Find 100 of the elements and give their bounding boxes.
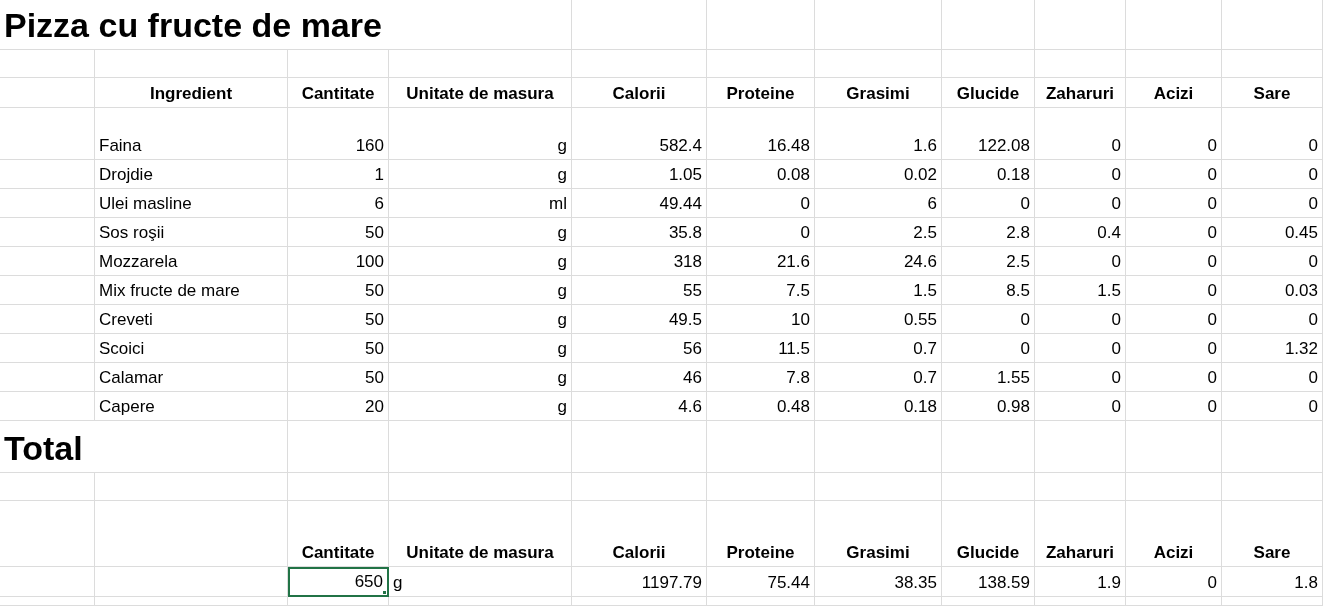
table-cell[interactable]: 138.59 [942, 567, 1035, 597]
empty-cell[interactable] [95, 473, 288, 501]
empty-cell[interactable] [0, 392, 95, 421]
table-cell: g [389, 334, 572, 363]
empty-cell[interactable] [288, 50, 389, 78]
empty-cell[interactable] [942, 50, 1035, 78]
empty-cell[interactable] [942, 421, 1035, 473]
empty-cell[interactable] [1126, 421, 1222, 473]
empty-cell[interactable] [389, 597, 572, 606]
empty-cell[interactable] [707, 421, 815, 473]
table-cell[interactable]: 1197.79 [572, 567, 707, 597]
table-cell: ml [389, 189, 572, 218]
empty-cell[interactable] [1035, 597, 1126, 606]
table-cell: g [389, 218, 572, 247]
section-title: Total [0, 421, 288, 473]
table-cell: Faina [95, 108, 288, 160]
empty-cell[interactable] [0, 276, 95, 305]
empty-cell[interactable] [288, 473, 389, 501]
empty-cell[interactable] [0, 597, 95, 606]
column-header: Glucide [942, 501, 1035, 567]
empty-cell[interactable] [707, 597, 815, 606]
empty-cell[interactable] [0, 334, 95, 363]
empty-cell[interactable] [0, 501, 95, 567]
empty-cell[interactable] [0, 473, 95, 501]
empty-cell[interactable] [1222, 0, 1323, 50]
empty-cell[interactable] [1035, 0, 1126, 50]
empty-cell[interactable] [95, 567, 288, 597]
empty-cell[interactable] [1222, 50, 1323, 78]
table-cell: 0 [1035, 305, 1126, 334]
table-cell[interactable]: 0 [1126, 567, 1222, 597]
empty-cell[interactable] [572, 473, 707, 501]
empty-cell[interactable] [572, 597, 707, 606]
table-cell: 6 [815, 189, 942, 218]
empty-cell[interactable] [95, 501, 288, 567]
empty-cell[interactable] [572, 421, 707, 473]
empty-cell[interactable] [1126, 597, 1222, 606]
empty-cell[interactable] [942, 597, 1035, 606]
empty-cell[interactable] [0, 363, 95, 392]
empty-cell[interactable] [0, 78, 95, 108]
empty-cell[interactable] [815, 597, 942, 606]
empty-cell[interactable] [1035, 421, 1126, 473]
empty-cell[interactable] [815, 421, 942, 473]
table-cell: 0 [1035, 108, 1126, 160]
table-cell: 0 [1126, 160, 1222, 189]
empty-cell[interactable] [707, 50, 815, 78]
table-cell[interactable]: 1.8 [1222, 567, 1323, 597]
empty-cell[interactable] [288, 597, 389, 606]
empty-cell[interactable] [288, 421, 389, 473]
table-cell: 0 [1126, 108, 1222, 160]
table-cell: Creveti [95, 305, 288, 334]
empty-cell[interactable] [1126, 473, 1222, 501]
empty-cell[interactable] [942, 473, 1035, 501]
table-cell: Mix fructe de mare [95, 276, 288, 305]
table-cell: 56 [572, 334, 707, 363]
column-header: Grasimi [815, 501, 942, 567]
empty-cell[interactable] [0, 567, 95, 597]
empty-cell[interactable] [1035, 50, 1126, 78]
table-cell[interactable]: 650 [288, 567, 389, 597]
table-cell: 0.4 [1035, 218, 1126, 247]
table-cell: 0 [1222, 392, 1323, 421]
table-cell[interactable]: 38.35 [815, 567, 942, 597]
table-cell[interactable]: g [389, 567, 572, 597]
empty-cell[interactable] [389, 50, 572, 78]
table-cell[interactable]: 1.9 [1035, 567, 1126, 597]
fill-handle[interactable] [382, 590, 387, 595]
table-cell: Mozzarela [95, 247, 288, 276]
empty-cell[interactable] [0, 50, 95, 78]
empty-cell[interactable] [95, 50, 288, 78]
empty-cell[interactable] [0, 189, 95, 218]
empty-cell[interactable] [707, 0, 815, 50]
empty-cell[interactable] [572, 50, 707, 78]
table-cell: 49.44 [572, 189, 707, 218]
empty-cell[interactable] [815, 473, 942, 501]
table-cell: 46 [572, 363, 707, 392]
empty-cell[interactable] [1035, 473, 1126, 501]
table-cell: 50 [288, 276, 389, 305]
table-cell: g [389, 363, 572, 392]
empty-cell[interactable] [389, 473, 572, 501]
empty-cell[interactable] [1126, 50, 1222, 78]
empty-cell[interactable] [0, 247, 95, 276]
empty-cell[interactable] [815, 50, 942, 78]
empty-cell[interactable] [1222, 597, 1323, 606]
empty-cell[interactable] [0, 218, 95, 247]
empty-cell[interactable] [572, 0, 707, 50]
empty-cell[interactable] [942, 0, 1035, 50]
empty-cell[interactable] [0, 108, 95, 160]
empty-cell[interactable] [389, 421, 572, 473]
table-cell: 2.5 [942, 247, 1035, 276]
table-cell: g [389, 276, 572, 305]
table-cell: 21.6 [707, 247, 815, 276]
empty-cell[interactable] [1126, 0, 1222, 50]
empty-cell[interactable] [1222, 473, 1323, 501]
empty-cell[interactable] [0, 305, 95, 334]
empty-cell[interactable] [707, 473, 815, 501]
empty-cell[interactable] [95, 597, 288, 606]
empty-cell[interactable] [1222, 421, 1323, 473]
empty-cell[interactable] [815, 0, 942, 50]
table-cell[interactable]: 75.44 [707, 567, 815, 597]
empty-cell[interactable] [0, 160, 95, 189]
table-cell: 10 [707, 305, 815, 334]
